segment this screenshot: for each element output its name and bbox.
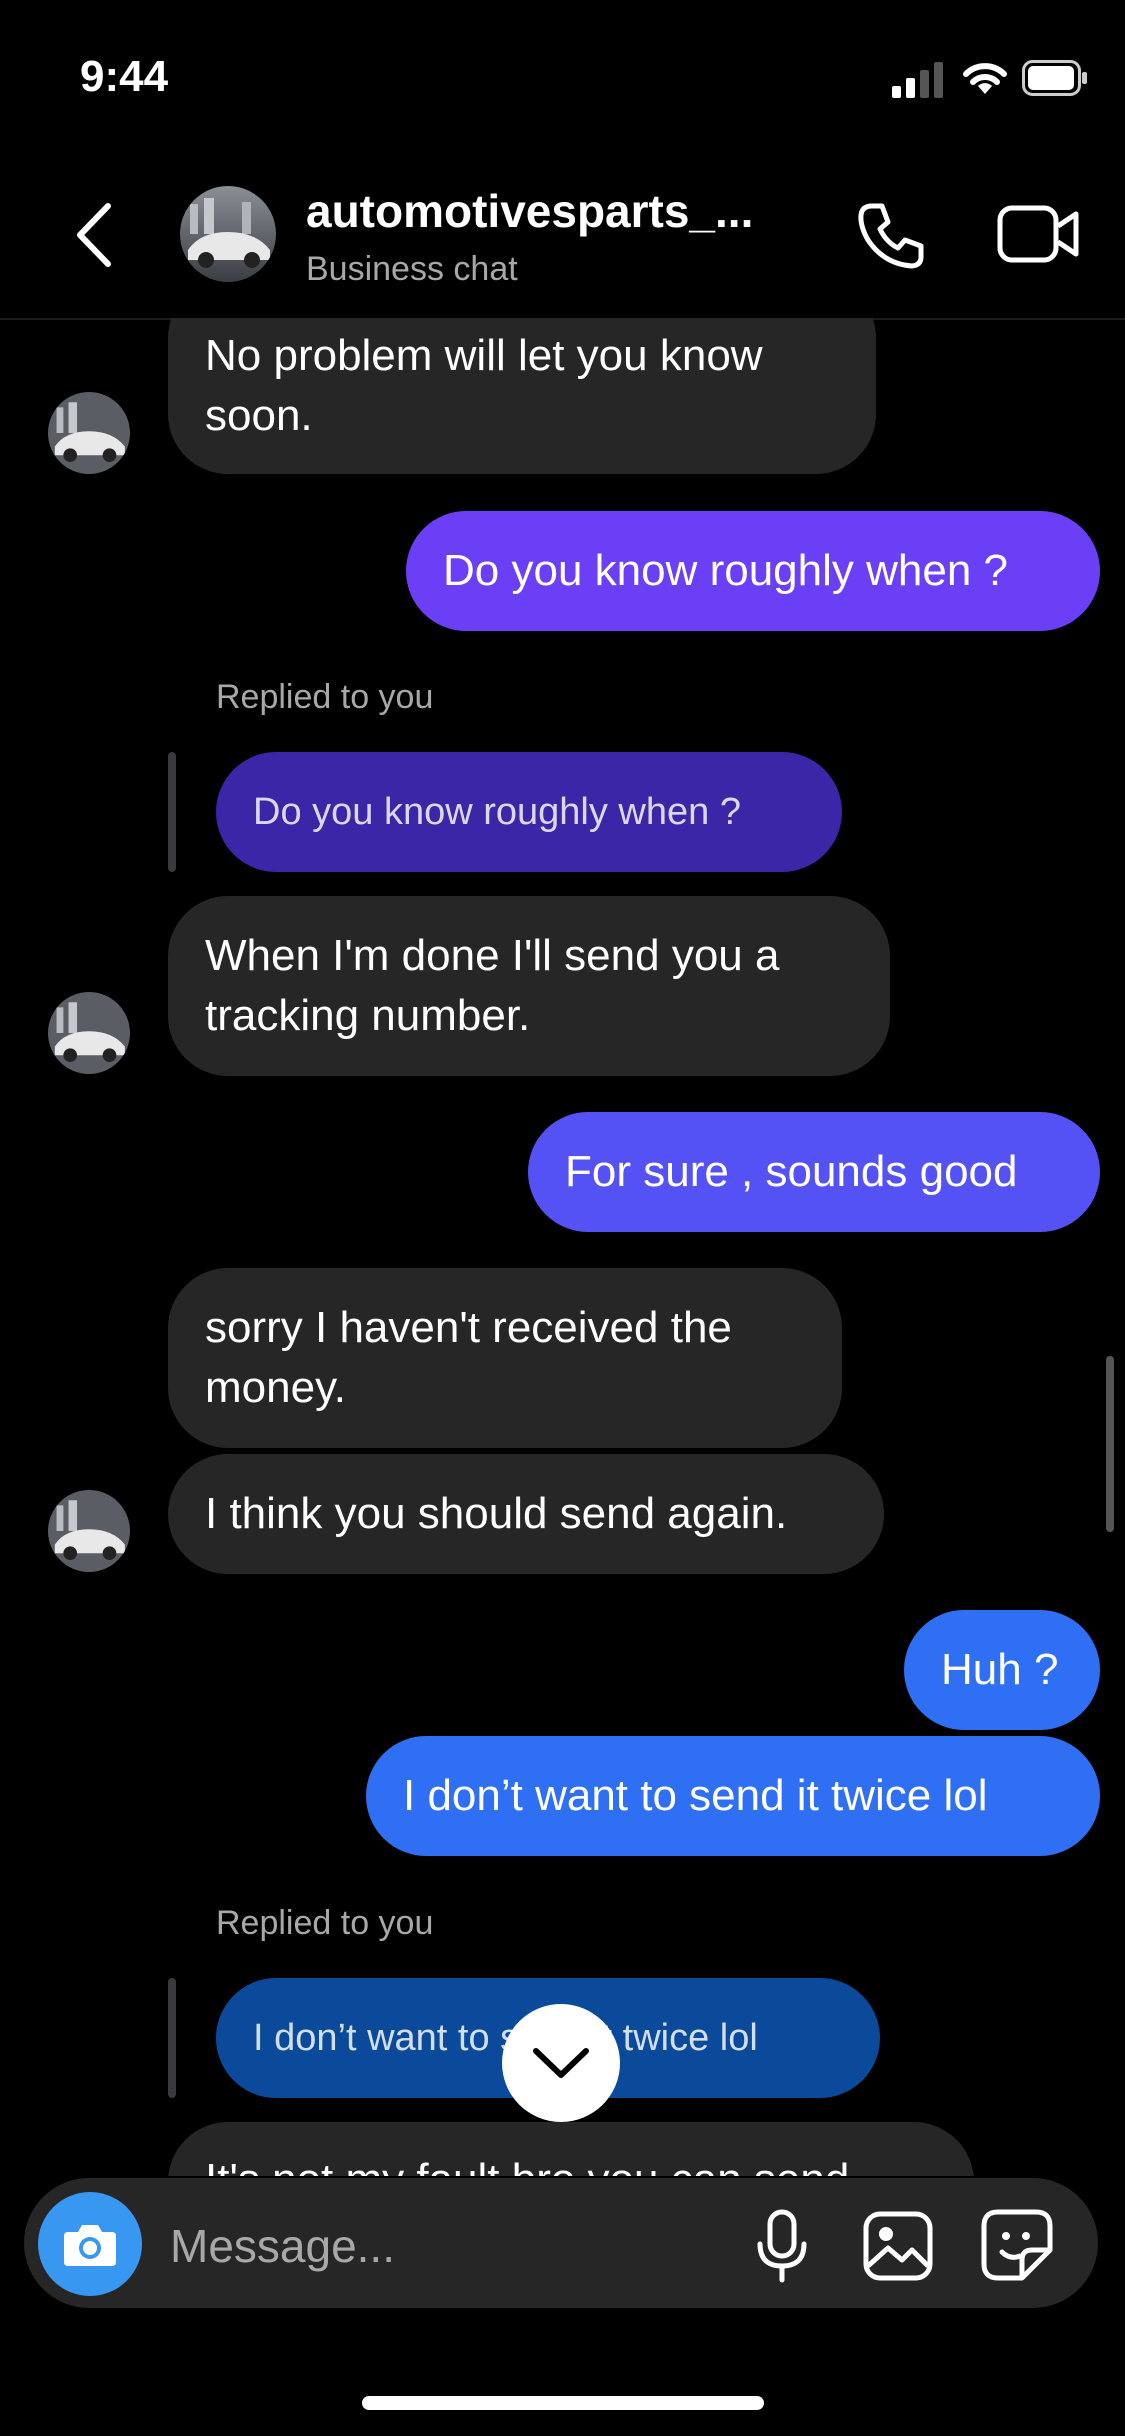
quoted-message[interactable]: Do you know roughly when ? xyxy=(216,752,842,872)
reply-bar xyxy=(168,1978,176,2098)
car-avatar-image xyxy=(48,992,130,1074)
chevron-down-icon xyxy=(533,2048,589,2078)
message-bubble-incoming[interactable]: It's not my fault bro you can send xyxy=(168,2122,974,2176)
camera-icon xyxy=(64,2225,116,2266)
message-text: No problem will let you know soon. xyxy=(205,331,763,440)
home-indicator[interactable] xyxy=(362,2396,764,2410)
quoted-text: Do you know roughly when ? xyxy=(253,791,741,833)
contact-avatar[interactable] xyxy=(180,186,276,282)
message-text: Huh ? xyxy=(941,1645,1059,1694)
message-text: For sure , sounds good xyxy=(565,1147,1018,1196)
sticker-icon[interactable] xyxy=(980,2208,1054,2282)
cellular-signal-icon xyxy=(892,62,943,98)
scrollbar[interactable] xyxy=(1106,1356,1114,1532)
message-bubble-incoming[interactable]: No problem will let you know soon. xyxy=(168,318,876,474)
reply-bar xyxy=(168,752,176,872)
microphone-icon[interactable] xyxy=(752,2208,812,2284)
contact-subtitle: Business chat xyxy=(306,250,518,288)
sender-avatar[interactable] xyxy=(48,1490,130,1572)
sender-avatar[interactable] xyxy=(48,992,130,1074)
car-avatar-image xyxy=(48,1490,130,1572)
image-icon[interactable] xyxy=(862,2210,934,2282)
message-bubble-outgoing[interactable]: I don’t want to send it twice lol xyxy=(366,1736,1100,1856)
car-avatar-image xyxy=(180,186,276,282)
camera-button[interactable] xyxy=(38,2192,142,2296)
message-text: I don’t want to send it twice lol xyxy=(403,1771,988,1820)
sender-avatar[interactable] xyxy=(48,392,130,474)
message-text: I think you should send again. xyxy=(205,1489,788,1538)
car-avatar-image xyxy=(48,392,130,474)
wifi-icon xyxy=(963,63,1007,94)
battery-icon xyxy=(1022,60,1087,96)
reply-label: Replied to you xyxy=(216,678,434,716)
message-text: Do you know roughly when ? xyxy=(443,546,1008,595)
message-text: When I'm done I'll send you a tracking n… xyxy=(205,931,780,1040)
status-time: 9:44 xyxy=(80,52,169,101)
scroll-to-bottom-button[interactable] xyxy=(502,2004,620,2122)
video-camera-icon[interactable] xyxy=(996,200,1080,268)
message-bubble-outgoing[interactable]: Do you know roughly when ? xyxy=(406,511,1100,631)
message-bubble-outgoing[interactable]: For sure , sounds good xyxy=(528,1112,1100,1232)
message-list[interactable]: No problem will let you know soon. Do yo… xyxy=(0,318,1125,2176)
phone-icon[interactable] xyxy=(852,200,932,272)
message-text: It's not my fault bro you can send xyxy=(205,2150,849,2176)
message-input[interactable] xyxy=(168,2205,712,2287)
chevron-left-icon[interactable] xyxy=(70,200,118,270)
message-bubble-incoming[interactable]: sorry I haven't received the money. xyxy=(168,1268,842,1448)
message-bubble-outgoing[interactable]: Huh ? xyxy=(904,1610,1100,1730)
message-text: sorry I haven't received the money. xyxy=(205,1303,732,1412)
message-bubble-incoming[interactable]: I think you should send again. xyxy=(168,1454,884,1574)
message-bubble-incoming[interactable]: When I'm done I'll send you a tracking n… xyxy=(168,896,890,1076)
contact-name[interactable]: automotivesparts_... xyxy=(306,184,753,238)
reply-label: Replied to you xyxy=(216,1904,434,1942)
